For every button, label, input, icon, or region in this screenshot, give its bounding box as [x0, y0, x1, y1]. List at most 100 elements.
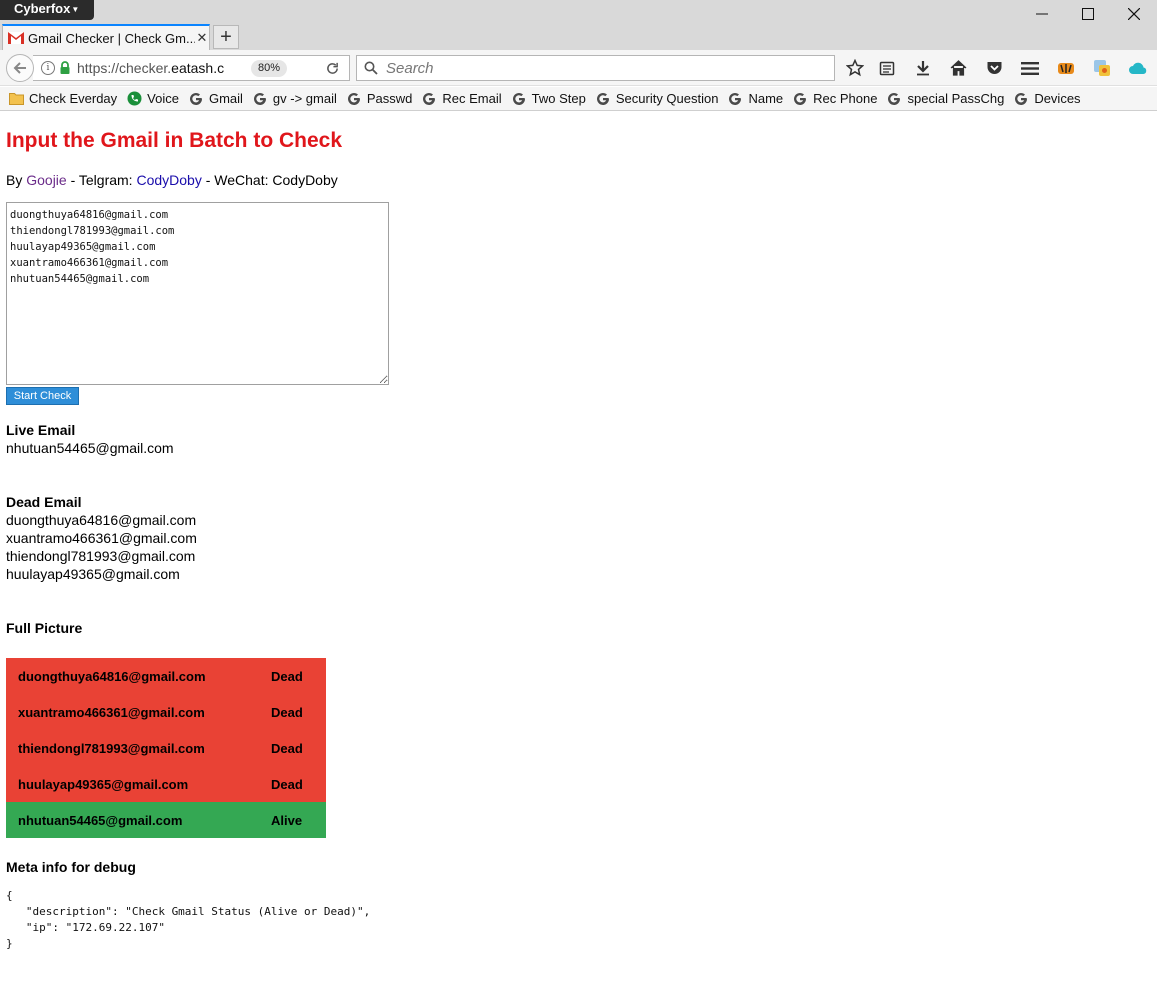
title-bar: Cyberfox▼ Gmail Checker | Check Gm... ✕ …	[0, 0, 1157, 50]
bookmark-label: Two Step	[531, 91, 586, 106]
result-email: huulayap49365@gmail.com	[18, 776, 189, 792]
bookmark-devices[interactable]: Devices	[1013, 91, 1081, 107]
table-row: thiendongl781993@gmail.com Dead	[6, 730, 326, 766]
dead-email-item: thiendongl781993@gmail.com	[6, 548, 196, 564]
result-email: duongthuya64816@gmail.com	[18, 668, 206, 684]
bookmark-voice[interactable]: Voice	[126, 91, 179, 107]
results-table: duongthuya64816@gmail.com Dead xuantramo…	[6, 658, 326, 838]
voice-icon	[126, 91, 142, 107]
extension-tiger-icon[interactable]	[1056, 58, 1076, 78]
bookmark-label: Passwd	[366, 91, 413, 106]
telegram-link[interactable]: CodyDoby	[136, 172, 201, 188]
bookmark-star-icon[interactable]	[845, 58, 865, 78]
bookmark-rec-phone[interactable]: Rec Phone	[792, 91, 877, 107]
result-status: Dead	[271, 704, 303, 720]
tab-title: Gmail Checker | Check Gm...	[28, 30, 195, 46]
bookmark-label: Check Everday	[29, 91, 118, 106]
dead-email-item: xuantramo466361@gmail.com	[6, 530, 197, 546]
info-icon[interactable]: i	[41, 61, 55, 75]
minimize-button[interactable]	[1019, 2, 1065, 26]
wechat-prefix: - WeChat:	[201, 172, 273, 188]
app-name: Cyberfox	[14, 1, 71, 16]
bookmark-security-question[interactable]: Security Question	[595, 91, 719, 107]
table-row: huulayap49365@gmail.com Dead	[6, 766, 326, 802]
reload-icon	[326, 62, 338, 74]
back-button[interactable]	[6, 54, 34, 82]
close-icon	[1128, 8, 1140, 20]
live-email-item: nhutuan54465@gmail.com	[6, 440, 174, 456]
bookmark-gv-gmail[interactable]: gv -> gmail	[252, 91, 337, 107]
url-bar[interactable]: i https://checker.eatash.c 80%	[33, 55, 350, 81]
wechat-id: CodyDoby	[272, 172, 338, 188]
google-icon	[421, 91, 437, 107]
gmail-favicon-icon	[8, 32, 24, 44]
cloud-sync-icon[interactable]	[1128, 58, 1148, 78]
back-arrow-icon	[13, 62, 26, 74]
result-status: Dead	[271, 668, 303, 684]
new-tab-button[interactable]: +	[213, 25, 239, 49]
page-title: Input the Gmail in Batch to Check	[6, 129, 343, 152]
url-host: eatash.c	[171, 60, 225, 76]
url-scheme: https://checker.	[77, 60, 172, 76]
search-icon	[364, 61, 378, 75]
bookmark-label: Rec Phone	[813, 91, 878, 106]
bookmark-gmail[interactable]: Gmail	[188, 91, 243, 107]
lock-icon	[60, 61, 70, 74]
table-row: nhutuan54465@gmail.com Alive	[6, 802, 326, 838]
start-check-button[interactable]: Start Check	[6, 387, 79, 405]
bookmark-special-passchg[interactable]: special PassChg	[886, 91, 1004, 107]
bookmark-check-everday[interactable]: Check Everday	[8, 91, 117, 107]
reading-list-icon[interactable]	[877, 58, 897, 78]
zoom-level-badge[interactable]: 80%	[251, 59, 288, 77]
google-icon	[188, 91, 204, 107]
menu-icon[interactable]	[1020, 58, 1040, 78]
bookmark-passwd[interactable]: Passwd	[346, 91, 413, 107]
table-row: xuantramo466361@gmail.com Dead	[6, 694, 326, 730]
result-email: nhutuan54465@gmail.com	[18, 812, 183, 828]
dead-email-heading: Dead Email	[6, 494, 82, 510]
email-batch-input[interactable]: duongthuya64816@gmail.com thiendongl7819…	[6, 202, 389, 385]
home-icon[interactable]	[948, 58, 968, 78]
debug-heading: Meta info for debug	[6, 859, 136, 875]
bookmark-label: Devices	[1034, 91, 1081, 106]
pocket-icon[interactable]	[984, 58, 1004, 78]
google-icon	[792, 91, 808, 107]
folder-icon	[8, 91, 24, 107]
google-icon	[252, 91, 268, 107]
debug-json: { "description": "Check Gmail Status (Al…	[6, 889, 371, 950]
bookmark-label: Security Question	[615, 91, 719, 106]
url-text[interactable]: https://checker.eatash.c	[77, 60, 233, 76]
close-window-button[interactable]	[1111, 2, 1157, 26]
result-status: Alive	[271, 812, 303, 828]
bookmark-label: gv -> gmail	[272, 91, 337, 106]
bookmark-label: special PassChg	[907, 91, 1005, 106]
google-icon	[511, 91, 527, 107]
result-status: Dead	[271, 776, 303, 792]
google-icon	[595, 91, 611, 107]
bookmarks-toolbar: Check Everday Voice Gmail gv -> gmail Pa…	[0, 87, 1157, 111]
bookmark-two-step[interactable]: Two Step	[511, 91, 586, 107]
app-menu-button[interactable]: Cyberfox▼	[0, 0, 94, 20]
telegram-prefix: - Telgram:	[66, 172, 137, 188]
dead-email-item: huulayap49365@gmail.com	[6, 566, 180, 582]
table-row: duongthuya64816@gmail.com Dead	[6, 658, 326, 694]
reload-button[interactable]	[318, 55, 346, 81]
search-input[interactable]	[384, 58, 784, 78]
maximize-button[interactable]	[1065, 2, 1111, 26]
download-icon[interactable]	[913, 58, 933, 78]
tab-gmail-checker[interactable]: Gmail Checker | Check Gm... ✕	[2, 24, 210, 50]
bookmark-name[interactable]: Name	[727, 91, 783, 107]
bookmark-rec-email[interactable]: Rec Email	[421, 91, 502, 107]
extension-translate-icon[interactable]	[1092, 58, 1112, 78]
tab-close-icon[interactable]: ✕	[195, 30, 209, 46]
search-bar[interactable]	[356, 55, 835, 81]
byline-by: By	[6, 172, 27, 188]
maximize-icon	[1082, 8, 1094, 20]
caret-down-icon: ▼	[71, 5, 80, 15]
author-link[interactable]: Goojie	[26, 172, 66, 188]
full-picture-heading: Full Picture	[6, 620, 83, 636]
plus-icon: +	[220, 25, 232, 48]
dead-email-item: duongthuya64816@gmail.com	[6, 512, 197, 528]
bookmark-label: Name	[748, 91, 784, 106]
live-email-heading: Live Email	[6, 422, 76, 438]
